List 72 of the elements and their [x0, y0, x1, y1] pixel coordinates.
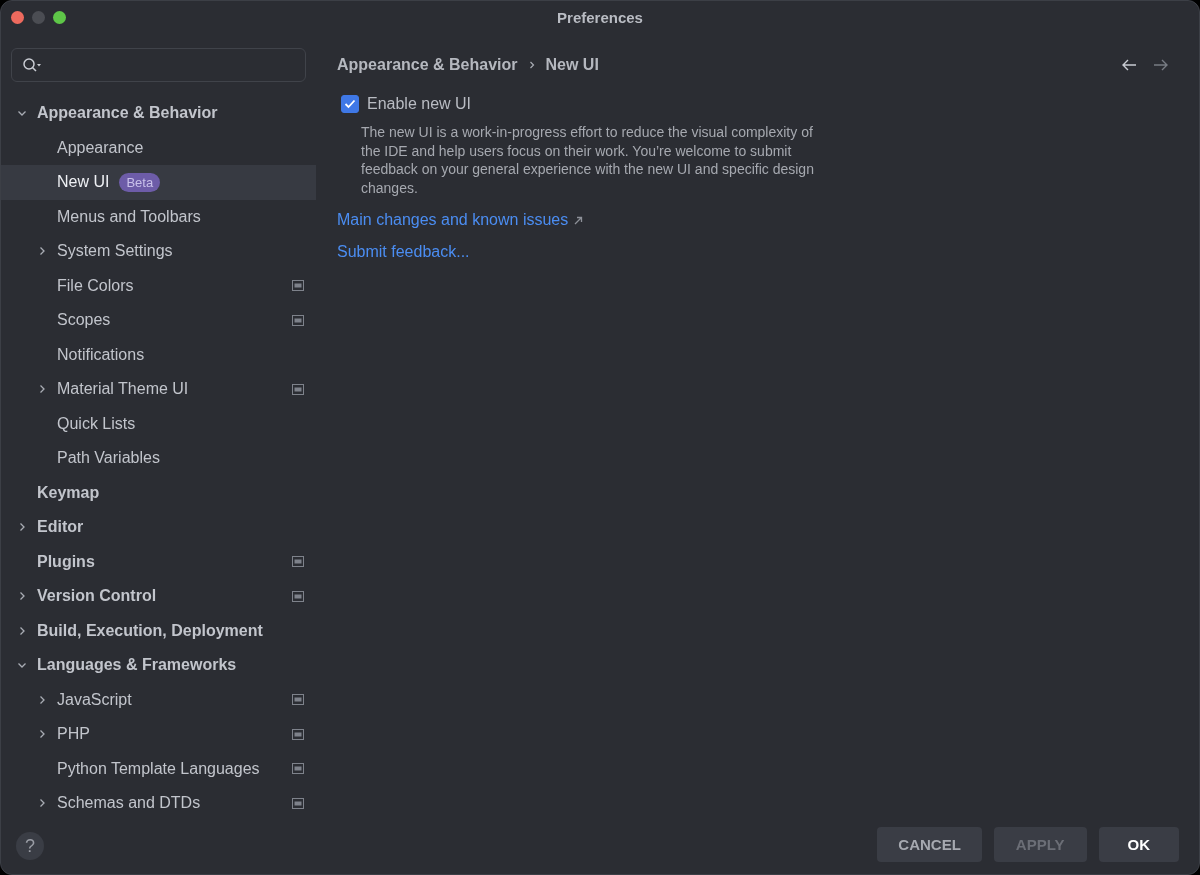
tree-item[interactable]: Schemas and DTDs — [1, 786, 316, 821]
external-link-icon — [574, 215, 584, 225]
tree-item[interactable]: Notifications — [1, 337, 316, 372]
tree-item-label: Notifications — [57, 345, 145, 364]
tree-item[interactable]: Path Variables — [1, 441, 316, 476]
checkbox-label: Enable new UI — [367, 95, 472, 113]
tree-item[interactable]: Keymap — [1, 475, 316, 510]
tree-item[interactable]: Plugins — [1, 544, 316, 579]
project-level-icon — [292, 728, 304, 740]
tree-item-label: Path Variables — [57, 449, 160, 468]
project-level-icon — [292, 763, 304, 775]
tree-item[interactable]: Languages & Frameworks — [1, 648, 316, 683]
description-text: The new UI is a work-in-progress effort to reduce the visual complexity of the IDE and help users focus on their work. You’re welcome to submit feedback on your general experience with the new UI and specific design changes. — [361, 123, 815, 197]
tree-item-label: Languages & Frameworks — [37, 656, 237, 675]
tree-item-label: File Colors — [57, 276, 134, 295]
tree-item-label: JavaScript — [57, 690, 132, 709]
tree-item-label: Version Control — [37, 587, 157, 606]
tree-item-label: Menus and Toolbars — [57, 207, 201, 226]
dialog-button[interactable]: OK — [1098, 827, 1179, 862]
project-level-icon — [292, 314, 304, 326]
tree-item[interactable]: Quick Lists — [1, 406, 316, 441]
tree-item-label: Editor — [37, 518, 84, 537]
link[interactable]: Main changes and known issues — [337, 211, 569, 229]
project-level-icon — [292, 383, 304, 395]
tree-item-label: Material Theme UI — [57, 380, 189, 399]
tree-item[interactable]: System Settings — [1, 234, 316, 269]
project-level-icon — [292, 590, 304, 602]
tree-item[interactable]: Appearance — [1, 130, 316, 165]
tree-item[interactable]: JavaScript — [1, 682, 316, 717]
search-icon — [22, 57, 42, 73]
tree-item[interactable]: Python Template Languages — [1, 751, 316, 786]
tree-item-label: System Settings — [57, 242, 173, 261]
back-arrow-icon[interactable] — [1121, 59, 1137, 71]
project-level-icon — [292, 797, 304, 809]
project-level-icon — [292, 280, 304, 292]
tree-item[interactable]: File Colors — [1, 268, 316, 303]
tree-item-label: Scopes — [57, 311, 111, 330]
window-title: Preferences — [557, 9, 643, 26]
tree-item[interactable]: Appearance & Behavior — [1, 96, 316, 131]
tree-item[interactable]: Version Control — [1, 579, 316, 614]
beta-badge: Beta — [119, 172, 161, 192]
tree-item-label: PHP — [57, 725, 90, 744]
checkbox[interactable] — [341, 95, 359, 113]
tree-item-label: Keymap — [37, 483, 100, 502]
close-window-button[interactable] — [11, 11, 24, 24]
tree-item-label: New UI — [57, 173, 110, 192]
tree-item-label: Plugins — [37, 552, 95, 571]
tree-item-label: Python Template Languages — [57, 759, 260, 778]
tree-item[interactable]: Editor — [1, 510, 316, 545]
forward-arrow-icon[interactable] — [1153, 59, 1169, 71]
project-level-icon — [292, 556, 304, 568]
tree-item-label: Appearance — [57, 138, 144, 157]
tree-item[interactable]: Scopes — [1, 303, 316, 338]
tree-item[interactable]: New UI Beta — [1, 165, 316, 200]
tree-item-label: Appearance & Behavior — [37, 104, 218, 123]
chevron-icon — [527, 60, 536, 70]
tree-item[interactable]: Build, Execution, Deployment — [1, 613, 316, 648]
tree-item-label: Schemas and DTDs — [57, 794, 201, 813]
checkmark-icon — [344, 99, 356, 109]
tree-item[interactable]: PHP — [1, 717, 316, 752]
link[interactable]: Submit feedback... — [337, 243, 470, 261]
tree-item[interactable]: Material Theme UI — [1, 372, 316, 407]
tree-item[interactable]: Menus and Toolbars — [1, 199, 316, 234]
zoom-window-button[interactable] — [53, 11, 66, 24]
tree-item-label: Build, Execution, Deployment — [37, 621, 263, 640]
breadcrumb-item[interactable]: New UI — [545, 56, 599, 74]
dialog-button[interactable]: CANCEL — [877, 827, 982, 862]
tree-item-label: Quick Lists — [57, 414, 136, 433]
breadcrumb-item[interactable]: Appearance & Behavior — [337, 56, 518, 74]
project-level-icon — [292, 694, 304, 706]
help-button[interactable]: ? — [16, 832, 44, 860]
search-field[interactable] — [11, 48, 306, 82]
